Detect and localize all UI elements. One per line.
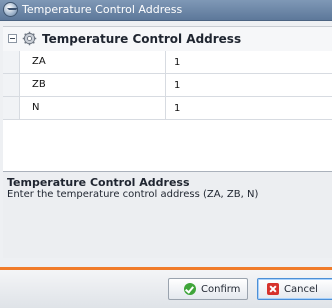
description-title: Temperature Control Address: [7, 176, 190, 189]
row-gutter: [3, 51, 19, 73]
window-title: Temperature Control Address: [22, 3, 183, 16]
description-panel: Temperature Control Address Enter the te…: [3, 171, 332, 258]
gear-icon: [22, 31, 37, 46]
property-value-cell[interactable]: 1: [166, 51, 332, 73]
title-bar[interactable]: Temperature Control Address: [0, 0, 332, 21]
property-name-cell: N: [19, 97, 166, 119]
dialog-footer: Confirm Cancel: [0, 270, 332, 308]
check-icon: [184, 283, 196, 295]
property-value-cell[interactable]: 1: [166, 74, 332, 96]
property-value[interactable]: 1: [174, 57, 180, 68]
property-row-n[interactable]: N 1: [3, 97, 332, 120]
property-value[interactable]: 1: [174, 103, 180, 114]
confirm-button[interactable]: Confirm: [168, 278, 248, 300]
confirm-button-label: Confirm: [201, 284, 241, 295]
app-logo-icon: [3, 2, 18, 17]
cancel-button-label: Cancel: [284, 284, 318, 295]
close-icon: [267, 283, 279, 295]
property-row-zb[interactable]: ZB 1: [3, 74, 332, 97]
property-value[interactable]: 1: [174, 80, 180, 91]
property-row-za[interactable]: ZA 1: [3, 51, 332, 74]
property-name-cell: ZB: [19, 74, 166, 96]
property-name-cell: ZA: [19, 51, 166, 73]
description-text: Enter the temperature control address (Z…: [7, 189, 259, 200]
property-name: ZB: [32, 79, 46, 90]
dialog-window: Temperature Control Address Temperature …: [0, 0, 332, 308]
collapse-toggle-icon[interactable]: [8, 34, 17, 43]
group-title: Temperature Control Address: [42, 32, 242, 46]
property-grid-empty-area: [3, 121, 332, 172]
row-gutter: [3, 97, 19, 119]
property-name: ZA: [32, 56, 46, 67]
cancel-button[interactable]: Cancel: [257, 278, 332, 300]
row-gutter: [3, 74, 19, 96]
property-value-cell[interactable]: 1: [166, 97, 332, 119]
property-name: N: [32, 102, 40, 113]
property-group-header: Temperature Control Address: [3, 26, 332, 52]
